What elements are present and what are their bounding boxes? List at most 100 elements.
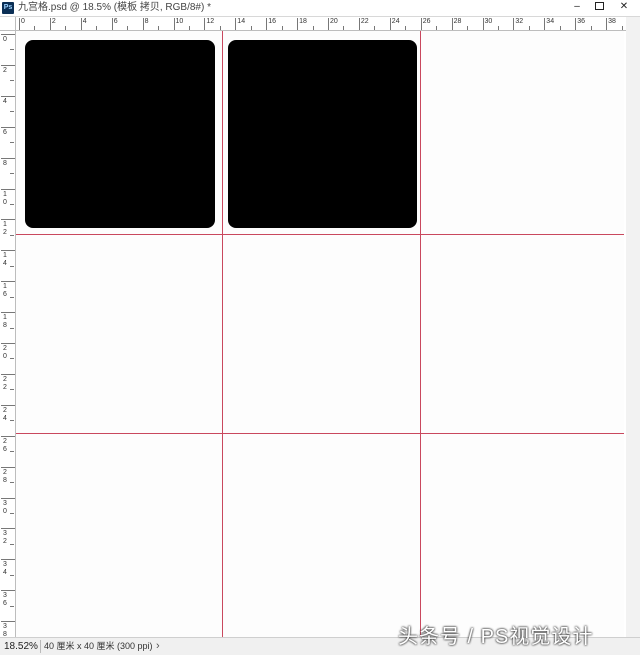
ruler-tick [266, 18, 267, 30]
ruler-origin-corner[interactable] [0, 17, 16, 31]
ruler-label: 34 [546, 18, 554, 26]
ruler-tick [1, 189, 15, 190]
ruler-tick [529, 26, 530, 30]
vertical-ruler[interactable]: 02468101214161820222426283032343638 [0, 31, 16, 637]
ruler-label: 34 [3, 561, 9, 577]
ruler-tick [343, 26, 344, 30]
ruler-tick [606, 18, 607, 30]
ruler-label: 18 [299, 18, 307, 26]
ruler-tick [313, 26, 314, 30]
ruler-tick [1, 158, 15, 159]
ruler-tick [1, 374, 15, 375]
ruler-tick [1, 127, 15, 128]
document-size-info: 40 厘米 x 40 厘米 (300 ppi) [40, 640, 153, 653]
ruler-tick [560, 26, 561, 30]
minimize-icon[interactable]: – [566, 0, 588, 14]
ruler-tick [10, 389, 14, 390]
ruler-tick [10, 328, 14, 329]
ruler-tick [1, 405, 15, 406]
ruler-tick [1, 590, 15, 591]
guide-vertical-1[interactable] [222, 31, 223, 637]
ruler-tick [10, 575, 14, 576]
ruler-tick [591, 26, 592, 30]
ruler-tick [1, 250, 15, 251]
ruler-tick [112, 18, 113, 30]
ruler-label: 4 [3, 98, 9, 106]
ruler-tick [1, 343, 15, 344]
ruler-label: 30 [485, 18, 493, 26]
ruler-tick [10, 142, 14, 143]
ruler-tick [10, 358, 14, 359]
ruler-label: 2 [52, 18, 56, 26]
ruler-tick [235, 18, 236, 30]
ruler-label: 32 [515, 18, 523, 26]
ruler-tick [189, 26, 190, 30]
zoom-level[interactable]: 18.52% [4, 640, 38, 653]
guide-vertical-2[interactable] [420, 31, 421, 637]
ruler-tick [81, 18, 82, 30]
ruler-tick [204, 18, 205, 30]
ruler-tick [575, 18, 576, 30]
ruler-label: 24 [3, 407, 9, 423]
ruler-label: 4 [83, 18, 87, 26]
ruler-tick [1, 559, 15, 560]
rounded-rect-shape-2[interactable] [228, 40, 417, 228]
guide-horizontal-2[interactable] [16, 433, 624, 434]
ruler-label: 8 [3, 160, 9, 168]
vertical-scroll-area[interactable] [626, 17, 640, 637]
ruler-tick [10, 513, 14, 514]
ruler-tick [1, 621, 15, 622]
ruler-label: 24 [392, 18, 400, 26]
ruler-tick [1, 528, 15, 529]
ruler-tick [498, 26, 499, 30]
ruler-label: 12 [206, 18, 214, 26]
ruler-tick [10, 297, 14, 298]
ruler-label: 38 [608, 18, 616, 26]
ruler-tick [328, 18, 329, 30]
ruler-tick [1, 467, 15, 468]
ruler-tick [10, 235, 14, 236]
document-title-bar: Ps 九宫格.psd @ 18.5% (模板 拷贝, RGB/8#) * – ✕ [0, 0, 640, 17]
ruler-tick [158, 26, 159, 30]
horizontal-ruler[interactable]: 02468101214161820222426283032343638 [16, 17, 626, 31]
photoshop-app-icon: Ps [2, 2, 14, 14]
ruler-tick [10, 111, 14, 112]
ruler-tick [1, 219, 15, 220]
ruler-tick [483, 18, 484, 30]
ruler-tick [297, 18, 298, 30]
document-tab-title[interactable]: 九宫格.psd @ 18.5% (模板 拷贝, RGB/8#) * [18, 1, 211, 15]
ruler-label: 16 [268, 18, 276, 26]
close-icon[interactable]: ✕ [610, 0, 638, 14]
ruler-label: 8 [145, 18, 149, 26]
ruler-tick [10, 451, 14, 452]
status-menu-arrow-icon[interactable]: › [156, 639, 160, 653]
rounded-rect-shape-1[interactable] [25, 40, 215, 228]
ruler-tick [10, 606, 14, 607]
ruler-tick [282, 26, 283, 30]
ruler-label: 26 [423, 18, 431, 26]
ruler-tick [513, 18, 514, 30]
ruler-tick [34, 26, 35, 30]
ruler-label: 0 [21, 18, 25, 26]
ruler-tick [251, 26, 252, 30]
ruler-tick [1, 96, 15, 97]
maximize-icon[interactable] [588, 0, 610, 14]
ruler-tick [390, 18, 391, 30]
ruler-label: 30 [3, 500, 9, 516]
ruler-label: 16 [3, 283, 9, 299]
ruler-label: 6 [114, 18, 118, 26]
ruler-label: 28 [3, 469, 9, 485]
ruler-tick [1, 65, 15, 66]
ruler-tick [1, 312, 15, 313]
guide-horizontal-1[interactable] [16, 234, 624, 235]
ruler-label: 28 [454, 18, 462, 26]
ruler-label: 12 [3, 221, 9, 237]
ruler-tick [436, 26, 437, 30]
ruler-label: 26 [3, 438, 9, 454]
ruler-tick [10, 49, 14, 50]
ruler-label: 18 [3, 314, 9, 330]
ruler-label: 14 [237, 18, 245, 26]
ruler-tick [1, 281, 15, 282]
ruler-tick [10, 204, 14, 205]
ruler-tick [10, 544, 14, 545]
